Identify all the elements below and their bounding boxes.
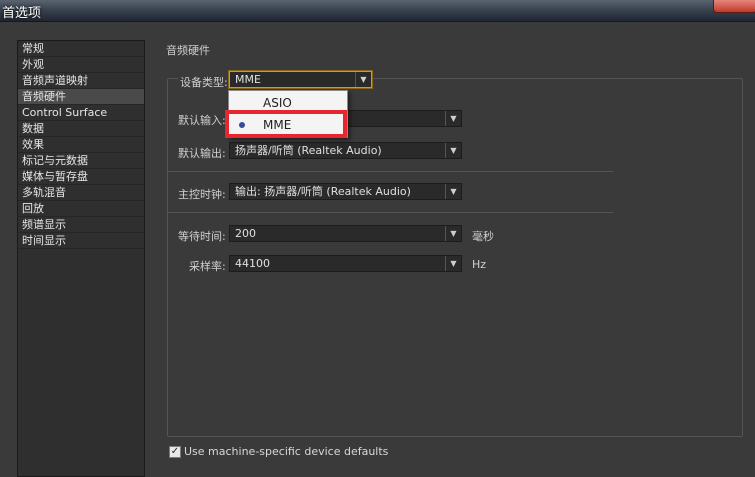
sidebar-item-appearance[interactable]: 外观	[18, 57, 144, 73]
chevron-down-icon: ▼	[445, 111, 461, 126]
latency-dropdown[interactable]: 200 ▼	[229, 225, 462, 242]
sample-rate-label: 采样率:	[189, 260, 226, 273]
window-title: 首选项	[2, 6, 42, 21]
device-type-value: MME	[235, 73, 261, 86]
chevron-down-icon: ▼	[445, 143, 461, 158]
chevron-down-icon: ▼	[445, 226, 461, 241]
divider	[167, 171, 613, 172]
sidebar-item-markers-metadata[interactable]: 标记与元数据	[18, 153, 144, 169]
device-defaults-checkbox[interactable]: ✓	[169, 446, 181, 458]
highlight-annotation	[225, 110, 347, 138]
latency-unit: 毫秒	[472, 230, 494, 243]
sample-rate-value: 44100	[235, 257, 270, 270]
sample-rate-unit: Hz	[472, 258, 487, 271]
master-clock-dropdown[interactable]: 输出: 扬声器/听筒 (Realtek Audio) ▼	[229, 183, 462, 200]
menu-item-label: ASIO	[263, 96, 292, 110]
sidebar-item-audio-hardware[interactable]: 音频硬件	[18, 89, 144, 105]
device-defaults-checkbox-label[interactable]: Use machine-specific device defaults	[184, 445, 388, 458]
preferences-category-list: 常规 外观 音频声道映射 音频硬件 Control Surface 数据 效果 …	[17, 40, 145, 477]
sidebar-item-multitrack[interactable]: 多轨混音	[18, 185, 144, 201]
sidebar-item-time-display[interactable]: 时间显示	[18, 233, 144, 249]
sidebar-item-control-surface[interactable]: Control Surface	[18, 105, 144, 121]
device-type-dropdown[interactable]: MME ▼	[229, 71, 372, 88]
default-output-value: 扬声器/听筒 (Realtek Audio)	[235, 144, 382, 157]
window-titlebar: 首选项	[0, 0, 755, 22]
default-input-label: 默认输入:	[178, 114, 226, 127]
default-output-dropdown[interactable]: 扬声器/听筒 (Realtek Audio) ▼	[229, 142, 462, 159]
chevron-down-icon: ▼	[355, 72, 371, 87]
sample-rate-dropdown[interactable]: 44100 ▼	[229, 255, 462, 272]
window-close-button[interactable]	[713, 0, 755, 13]
master-clock-value: 输出: 扬声器/听筒 (Realtek Audio)	[235, 185, 411, 198]
chevron-down-icon: ▼	[445, 256, 461, 271]
latency-value: 200	[235, 227, 256, 240]
divider	[167, 212, 613, 213]
section-title: 音频硬件	[166, 44, 210, 57]
sidebar-item-data[interactable]: 数据	[18, 121, 144, 137]
sidebar-item-general[interactable]: 常规	[18, 41, 144, 57]
sidebar-item-effects[interactable]: 效果	[18, 137, 144, 153]
sidebar-item-playback[interactable]: 回放	[18, 201, 144, 217]
device-type-label: 设备类型:	[178, 74, 230, 90]
default-output-label: 默认输出:	[178, 147, 226, 160]
master-clock-label: 主控时钟:	[178, 188, 226, 201]
sidebar-item-audio-channel-mapping[interactable]: 音频声道映射	[18, 73, 144, 89]
sidebar-item-media-scratch[interactable]: 媒体与暂存盘	[18, 169, 144, 185]
chevron-down-icon: ▼	[445, 184, 461, 199]
latency-label: 等待时间:	[178, 230, 226, 243]
sidebar-item-spectral-display[interactable]: 频谱显示	[18, 217, 144, 233]
